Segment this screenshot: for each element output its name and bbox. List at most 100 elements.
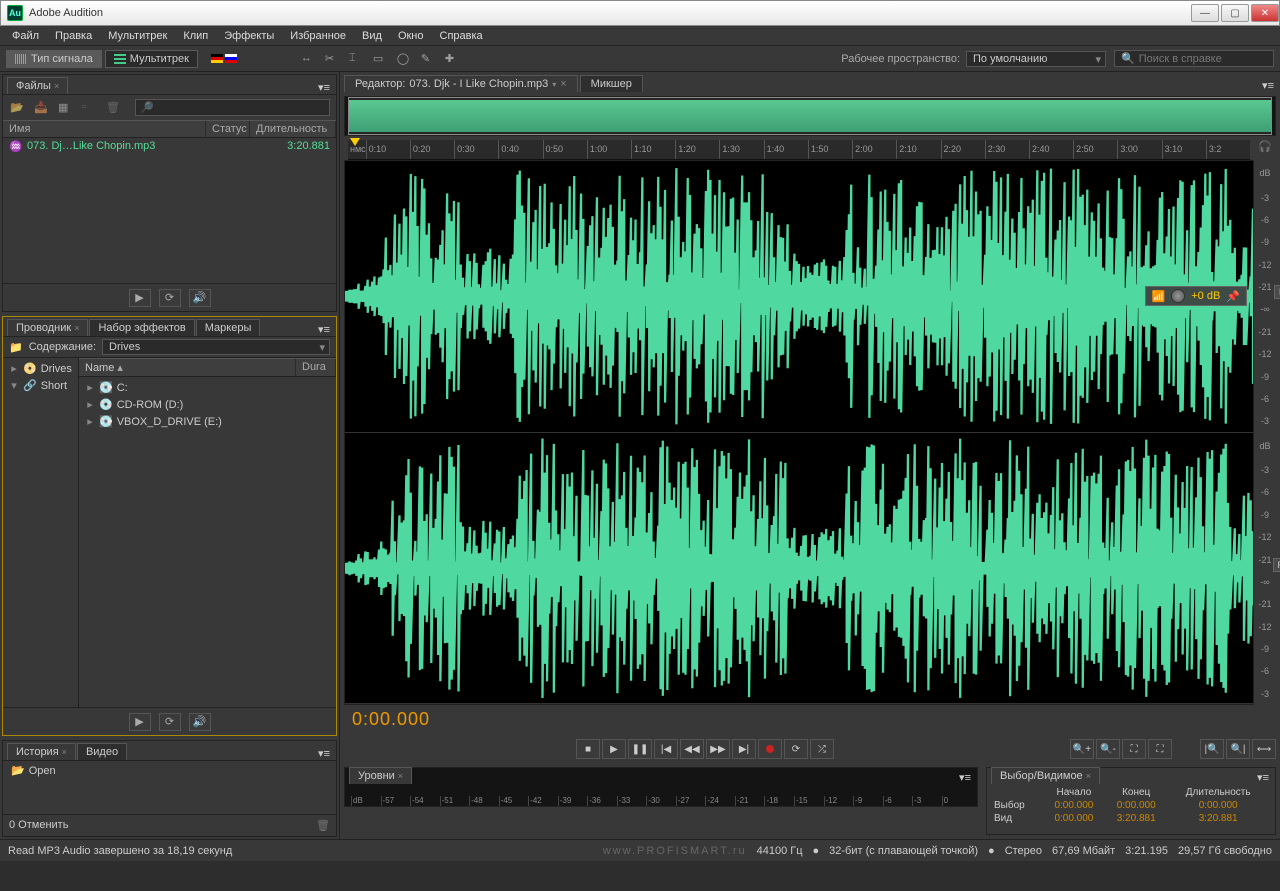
- transport-controls: ■ ▶ ❚❚ |◀ ◀◀ ▶▶ ▶| ⟳ ⤮ 🔍+ 🔍- ⛶ ⛶ |🔍: [344, 735, 1276, 763]
- trash-icon[interactable]: 🗑: [105, 100, 123, 116]
- drive-item[interactable]: ▸💽VBOX_D_DRIVE (E:): [81, 413, 334, 430]
- pin-icon[interactable]: 📌: [1226, 290, 1240, 303]
- zoom-out-icon[interactable]: 🔍-: [1096, 739, 1120, 759]
- play-button[interactable]: ▶: [129, 289, 151, 307]
- content-label: Содержание:: [29, 341, 96, 353]
- status-bar: Read MP3 Audio завершено за 18,19 секунд…: [0, 839, 1280, 861]
- meter-icon: 📶: [1152, 290, 1166, 303]
- time-select-icon[interactable]: ⌶: [349, 52, 363, 66]
- multitrack-mode-button[interactable]: Мультитрек: [105, 50, 198, 68]
- levels-panel: Уровни×▾≡ dB-57-54-51-48-45-42-39-36-33-…: [344, 767, 978, 807]
- record-button[interactable]: [758, 739, 782, 759]
- help-search-input[interactable]: 🔍Поиск в справке: [1114, 50, 1274, 67]
- gain-overlay[interactable]: 📶 +0 dB 📌: [1145, 286, 1247, 306]
- go-start-button[interactable]: |◀: [654, 739, 678, 759]
- levels-tab[interactable]: Уровни×: [349, 767, 412, 784]
- status-message: Read MP3 Audio завершено за 18,19 секунд: [8, 845, 232, 857]
- panel-menu-icon[interactable]: ▾≡: [1256, 79, 1280, 92]
- playhead-icon[interactable]: [350, 138, 360, 146]
- menu-file[interactable]: Файл: [4, 27, 47, 45]
- razor-tool-icon[interactable]: ✂: [325, 52, 339, 66]
- go-end-button[interactable]: ▶|: [732, 739, 756, 759]
- menu-multitrack[interactable]: Мультитрек: [100, 27, 175, 45]
- app-title: Adobe Audition: [29, 7, 1191, 19]
- selection-tab[interactable]: Выбор/Видимое×: [991, 767, 1100, 784]
- view-row: Вид0:00.0003:20.8813:20.881: [993, 812, 1269, 825]
- maximize-button[interactable]: ▢: [1221, 4, 1249, 22]
- rewind-button[interactable]: ◀◀: [680, 739, 704, 759]
- trash-icon[interactable]: 🗑: [316, 819, 330, 832]
- time-ruler[interactable]: нмс 0:100:200:300:400:501:001:101:201:30…: [348, 140, 1250, 160]
- up-folder-icon[interactable]: 📁: [9, 341, 23, 354]
- drive-item[interactable]: ▸💽C:: [81, 379, 334, 396]
- channel-right-label: R: [1273, 558, 1280, 572]
- tree-item[interactable]: ▾🔗Short: [5, 377, 76, 394]
- menu-edit[interactable]: Правка: [47, 27, 100, 45]
- gain-knob[interactable]: [1171, 289, 1185, 303]
- menu-bar: Файл Правка Мультитрек Клип Эффекты Избр…: [0, 26, 1280, 46]
- zoom-in-left-icon[interactable]: |🔍: [1200, 739, 1224, 759]
- move-tool-icon[interactable]: ↔: [301, 52, 315, 66]
- files-tab[interactable]: Файлы×: [7, 77, 68, 94]
- pause-button[interactable]: ❚❚: [628, 739, 652, 759]
- autoplay-button[interactable]: 🔊: [189, 289, 211, 307]
- forward-button[interactable]: ▶▶: [706, 739, 730, 759]
- panel-menu-icon[interactable]: ▾≡: [312, 323, 336, 336]
- import-icon[interactable]: 📥: [33, 100, 51, 116]
- waveform-icon: ♒: [9, 140, 23, 153]
- content-dropdown[interactable]: Drives: [102, 339, 330, 355]
- skip-selection-button[interactable]: ⤮: [810, 739, 834, 759]
- history-tab[interactable]: История×: [7, 743, 76, 760]
- file-filter-input[interactable]: 🔎: [135, 99, 330, 116]
- zoom-in-icon[interactable]: 🔍+: [1070, 739, 1094, 759]
- drive-item[interactable]: ▸💿CD-ROM (D:): [81, 396, 334, 413]
- menu-help[interactable]: Справка: [432, 27, 491, 45]
- effects-rack-tab[interactable]: Набор эффектов: [89, 319, 194, 336]
- overview-waveform[interactable]: [344, 96, 1276, 136]
- loop-button[interactable]: ⟳: [159, 713, 181, 731]
- markers-tab[interactable]: Маркеры: [196, 319, 261, 336]
- video-tab[interactable]: Видео: [77, 743, 127, 760]
- autoplay-button[interactable]: 🔊: [189, 713, 211, 731]
- menu-view[interactable]: Вид: [354, 27, 390, 45]
- waveform-display[interactable]: 📶 +0 dB 📌: [344, 160, 1254, 705]
- file-row[interactable]: ♒ 073. Dj…Like Chopin.mp3 3:20.881: [3, 138, 336, 155]
- watermark: www.PROFISMART.ru: [603, 845, 747, 857]
- zoom-full-icon[interactable]: ⛶: [1122, 739, 1146, 759]
- menu-clip[interactable]: Клип: [175, 27, 216, 45]
- close-button[interactable]: ✕: [1251, 4, 1279, 22]
- panel-menu-icon[interactable]: ▾≡: [312, 81, 336, 94]
- panel-menu-icon[interactable]: ▾≡: [312, 747, 336, 760]
- mixer-tab[interactable]: Микшер: [580, 75, 643, 92]
- explorer-tab[interactable]: Проводник×: [7, 319, 88, 336]
- heal-icon[interactable]: ✚: [445, 52, 459, 66]
- editor-tab[interactable]: Редактор: 073. Djk - I Like Chopin.mp3 ▾…: [344, 75, 578, 92]
- minimize-button[interactable]: —: [1191, 4, 1219, 22]
- marquee-icon[interactable]: ▭: [373, 52, 387, 66]
- headphone-icon[interactable]: 🎧: [1254, 140, 1276, 160]
- zoom-out-full-icon[interactable]: ⟷: [1252, 739, 1276, 759]
- tree-item[interactable]: ▸📀Drives: [5, 360, 76, 377]
- play-button[interactable]: ▶: [129, 713, 151, 731]
- brush-icon[interactable]: ✎: [421, 52, 435, 66]
- app-logo: Au: [7, 5, 23, 21]
- close-file-icon[interactable]: ▫: [81, 100, 99, 116]
- workspace-dropdown[interactable]: По умолчанию: [966, 51, 1106, 67]
- open-file-icon[interactable]: 📂: [9, 100, 27, 116]
- menu-favorites[interactable]: Избранное: [282, 27, 354, 45]
- lasso-icon[interactable]: ◯: [397, 52, 411, 66]
- zoom-in-right-icon[interactable]: 🔍|: [1226, 739, 1250, 759]
- history-item[interactable]: 📂Open: [3, 761, 336, 780]
- play-button[interactable]: ▶: [602, 739, 626, 759]
- new-icon[interactable]: ▦: [57, 100, 75, 116]
- waveform-mode-button[interactable]: Тип сигнала: [6, 50, 102, 68]
- undo-count: 0 Отменить: [9, 819, 68, 832]
- stop-button[interactable]: ■: [576, 739, 600, 759]
- loop-button[interactable]: ⟳: [784, 739, 808, 759]
- time-display: 0:00.000: [344, 709, 438, 729]
- loop-button[interactable]: ⟳: [159, 289, 181, 307]
- menu-window[interactable]: Окно: [390, 27, 432, 45]
- selection-panel: Выбор/Видимое×▾≡ НачалоКонецДлительность…: [986, 767, 1276, 835]
- zoom-sel-icon[interactable]: ⛶: [1148, 739, 1172, 759]
- menu-effects[interactable]: Эффекты: [216, 27, 282, 45]
